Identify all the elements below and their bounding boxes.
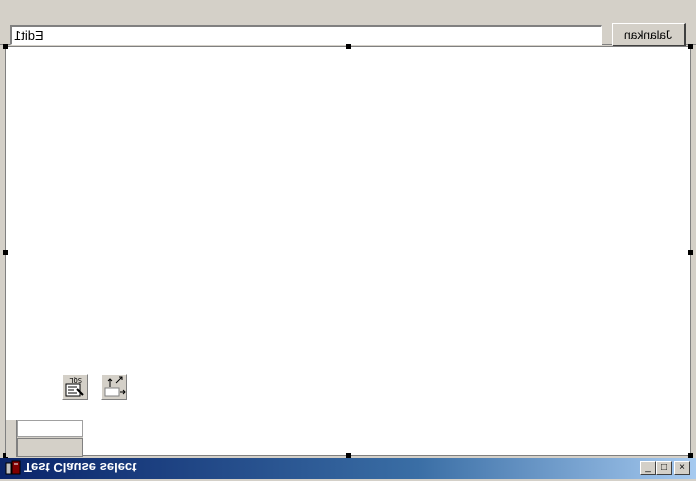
resize-handle[interactable]	[688, 44, 693, 49]
move-arrows-icon[interactable]	[101, 374, 127, 400]
grid-cell[interactable]	[17, 420, 83, 437]
run-button-label: Jalankan	[624, 27, 673, 42]
close-button[interactable]: ×	[674, 461, 690, 475]
window-title: Test Clause select	[24, 460, 137, 475]
minimize-button[interactable]: _	[640, 461, 656, 475]
maximize-icon: □	[660, 462, 668, 473]
resize-handle[interactable]	[688, 250, 693, 255]
resize-handle[interactable]	[3, 44, 8, 49]
svg-text:SQL: SQL	[69, 376, 82, 384]
edit-field[interactable]: Edit1	[10, 25, 602, 45]
resize-handle[interactable]	[3, 250, 8, 255]
toolbar: Edit1 Jalankan	[0, 8, 696, 47]
grid-component[interactable]	[6, 420, 83, 457]
title-bar[interactable]: Test Clause select _ □ ×	[0, 458, 696, 479]
edit-field-text: Edit1	[14, 28, 44, 43]
run-button[interactable]: Jalankan	[612, 23, 686, 47]
grid-indicator	[6, 420, 17, 457]
app-icon	[5, 460, 21, 475]
design-canvas[interactable]: SQL	[3, 44, 693, 458]
resize-handle[interactable]	[346, 44, 351, 49]
maximize-button[interactable]: □	[656, 461, 672, 475]
minimize-icon: _	[645, 462, 651, 473]
grid-header	[17, 438, 83, 457]
close-icon: ×	[679, 462, 685, 473]
sql-query-icon[interactable]: SQL	[62, 374, 88, 400]
